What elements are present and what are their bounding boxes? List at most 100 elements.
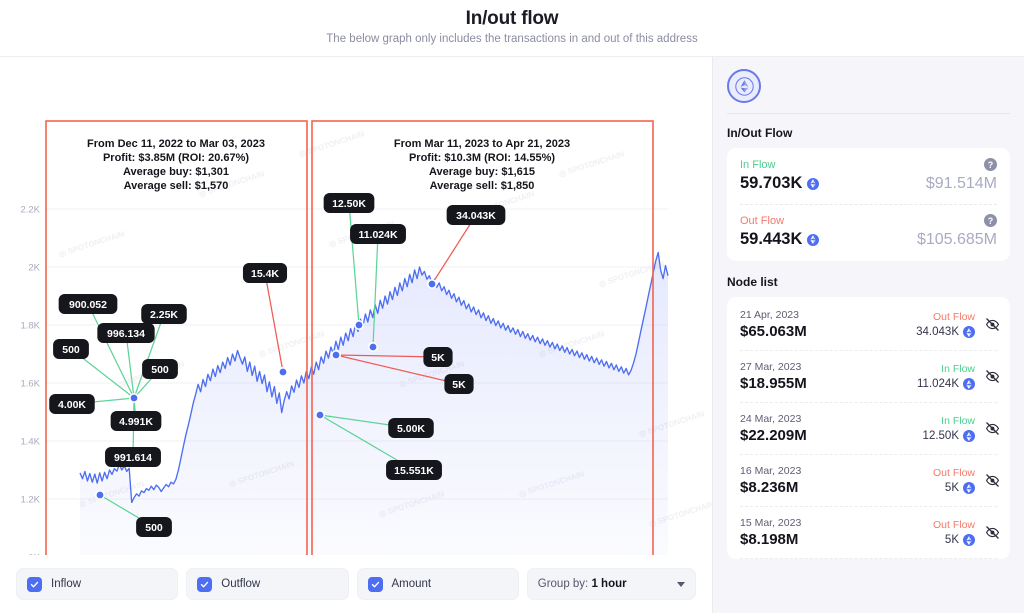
node-list-item[interactable]: 24 Mar, 2023 $22.209M In Flow 12.50K bbox=[740, 403, 997, 455]
svg-text:◎ SPOTONCHAIN: ◎ SPOTONCHAIN bbox=[58, 229, 126, 259]
svg-text:15.551K: 15.551K bbox=[394, 465, 434, 477]
chart-marker-tag: 2.25K bbox=[141, 304, 187, 324]
ethereum-glyph-icon bbox=[810, 179, 816, 188]
amount-toggle[interactable]: Amount bbox=[357, 568, 519, 600]
node-usd-value: $65.063M bbox=[740, 323, 916, 340]
node-quantity: 11.024K bbox=[917, 378, 975, 390]
node-flow-type: Out Flow bbox=[916, 311, 975, 323]
node-flow-type: In Flow bbox=[923, 415, 975, 427]
flow-summary-card: In Flow ? 59.703K bbox=[727, 148, 1010, 261]
node-flow-type: Out Flow bbox=[933, 519, 975, 531]
svg-text:1.8K: 1.8K bbox=[20, 321, 40, 332]
group-by-value: 1 hour bbox=[591, 578, 626, 590]
svg-text:1.6K: 1.6K bbox=[20, 379, 40, 390]
in-out-flow-heading: In/Out Flow bbox=[727, 126, 1010, 140]
node-flow-info: Out Flow 5K bbox=[933, 519, 975, 546]
out-flow-label: Out Flow bbox=[740, 215, 997, 227]
toggle-node-visibility-button[interactable] bbox=[983, 368, 1001, 386]
flow-chart[interactable]: ◎ SPOTONCHAIN◎ SPOTONCHAIN◎ SPOTONCHAIN◎… bbox=[0, 57, 712, 555]
ethereum-icon bbox=[807, 234, 819, 246]
in-flow-row: In Flow ? 59.703K bbox=[740, 159, 997, 193]
svg-text:◎ SPOTONCHAIN: ◎ SPOTONCHAIN bbox=[298, 129, 366, 159]
out-flow-amount-wrap: 59.443K bbox=[740, 230, 819, 249]
chart-marker-tag: 500 bbox=[136, 517, 172, 537]
svg-text:5K: 5K bbox=[452, 379, 466, 391]
ethereum-icon bbox=[963, 326, 975, 338]
svg-text:4.991K: 4.991K bbox=[119, 416, 153, 428]
in-flow-help-icon[interactable]: ? bbox=[984, 158, 997, 171]
svg-text:15.4K: 15.4K bbox=[251, 268, 279, 280]
node-usd-value: $8.198M bbox=[740, 531, 933, 548]
svg-text:4.00K: 4.00K bbox=[58, 399, 86, 411]
svg-text:500: 500 bbox=[145, 522, 163, 534]
group-by-select[interactable]: Group by: 1 hour bbox=[527, 568, 696, 600]
chart-marker-tag: 4.00K bbox=[49, 394, 95, 414]
node-quantity: 5K bbox=[933, 482, 975, 494]
node-date: 24 Mar, 2023 bbox=[740, 413, 923, 425]
toggle-node-visibility-button[interactable] bbox=[983, 316, 1001, 334]
node-date: 15 Mar, 2023 bbox=[740, 517, 933, 529]
node-usd-value: $18.955M bbox=[740, 375, 917, 392]
node-list-item[interactable]: 27 Mar, 2023 $18.955M In Flow 11.024K bbox=[740, 351, 997, 403]
toggle-node-visibility-button[interactable] bbox=[983, 472, 1001, 490]
svg-text:12.50K: 12.50K bbox=[332, 198, 366, 210]
in-out-flow-page: In/out flow The below graph only include… bbox=[0, 0, 1024, 613]
node-flow-type: In Flow bbox=[917, 363, 975, 375]
node-list-item[interactable]: 15 Mar, 2023 $8.198M Out Flow 5K bbox=[740, 507, 997, 559]
chevron-down-icon[interactable] bbox=[677, 582, 685, 587]
node-info: 21 Apr, 2023 $65.063M bbox=[740, 309, 916, 340]
chart-marker-tag: 991.614 bbox=[105, 447, 161, 467]
flow-chart-svg[interactable]: ◎ SPOTONCHAIN◎ SPOTONCHAIN◎ SPOTONCHAIN◎… bbox=[0, 57, 712, 555]
node-flow-info: Out Flow 34.043K bbox=[916, 311, 975, 338]
sidebar: In/Out Flow In Flow ? 59.703K bbox=[712, 57, 1024, 613]
chart-marker-tag: 4.991K bbox=[111, 411, 162, 431]
chart-marker-tag: 996.134 bbox=[97, 323, 154, 343]
outflow-toggle[interactable]: Outflow bbox=[186, 568, 348, 600]
ethereum-glyph-icon bbox=[966, 432, 972, 441]
ethereum-icon bbox=[807, 178, 819, 190]
svg-text:2.2K: 2.2K bbox=[20, 205, 40, 216]
page-header: In/out flow The below graph only include… bbox=[0, 0, 1024, 57]
node-quantity: 34.043K bbox=[916, 326, 975, 338]
svg-text:900.052: 900.052 bbox=[69, 299, 107, 311]
ethereum-glyph-icon bbox=[810, 235, 816, 244]
ethereum-glyph-icon bbox=[966, 380, 972, 389]
svg-text:From Dec 11, 2022 to Mar 03, 2: From Dec 11, 2022 to Mar 03, 2023 bbox=[87, 138, 265, 150]
node-info: 15 Mar, 2023 $8.198M bbox=[740, 517, 933, 548]
svg-text:996.134: 996.134 bbox=[107, 328, 145, 340]
eye-off-icon bbox=[985, 317, 1000, 332]
in-flow-label: In Flow bbox=[740, 159, 997, 171]
svg-text:1.2K: 1.2K bbox=[20, 495, 40, 506]
node-flow-info: Out Flow 5K bbox=[933, 467, 975, 494]
svg-text:Average buy: $1,301: Average buy: $1,301 bbox=[123, 166, 229, 178]
amount-label: Amount bbox=[392, 578, 432, 590]
ethereum-glyph-icon bbox=[966, 536, 972, 545]
svg-text:5.00K: 5.00K bbox=[397, 423, 425, 435]
inflow-checkbox[interactable] bbox=[27, 577, 42, 592]
toggle-node-visibility-button[interactable] bbox=[983, 524, 1001, 542]
eye-off-icon bbox=[985, 473, 1000, 488]
ethereum-glyph-icon bbox=[735, 77, 754, 96]
node-quantity: 12.50K bbox=[923, 430, 975, 442]
in-flow-amount-wrap: 59.703K bbox=[740, 174, 819, 193]
out-flow-usd: $105.685M bbox=[917, 231, 997, 249]
node-list-item[interactable]: 21 Apr, 2023 $65.063M Out Flow 34.043K bbox=[740, 299, 997, 351]
svg-text:Profit: $3.85M (ROI: 20.67%): Profit: $3.85M (ROI: 20.67%) bbox=[103, 152, 249, 164]
chart-marker-tag: 12.50K bbox=[324, 193, 375, 213]
chart-marker-tag: 34.043K bbox=[447, 205, 506, 225]
chart-marker-tag: 500 bbox=[53, 339, 89, 359]
toggle-node-visibility-button[interactable] bbox=[983, 420, 1001, 438]
inflow-toggle[interactable]: Inflow bbox=[16, 568, 178, 600]
outflow-label: Outflow bbox=[221, 578, 260, 590]
node-list-item[interactable]: 16 Mar, 2023 $8.236M Out Flow 5K bbox=[740, 455, 997, 507]
ethereum-icon bbox=[727, 69, 761, 103]
amount-checkbox[interactable] bbox=[368, 577, 383, 592]
sidebar-divider bbox=[727, 113, 1010, 114]
svg-text:11.024K: 11.024K bbox=[358, 229, 398, 241]
page-title: In/out flow bbox=[0, 8, 1024, 30]
outflow-checkbox[interactable] bbox=[197, 577, 212, 592]
chart-marker-tag: 15.551K bbox=[386, 460, 442, 480]
out-flow-help-icon[interactable]: ? bbox=[984, 214, 997, 227]
inflow-label: Inflow bbox=[51, 578, 81, 590]
chart-marker-tag: 900.052 bbox=[59, 294, 118, 314]
